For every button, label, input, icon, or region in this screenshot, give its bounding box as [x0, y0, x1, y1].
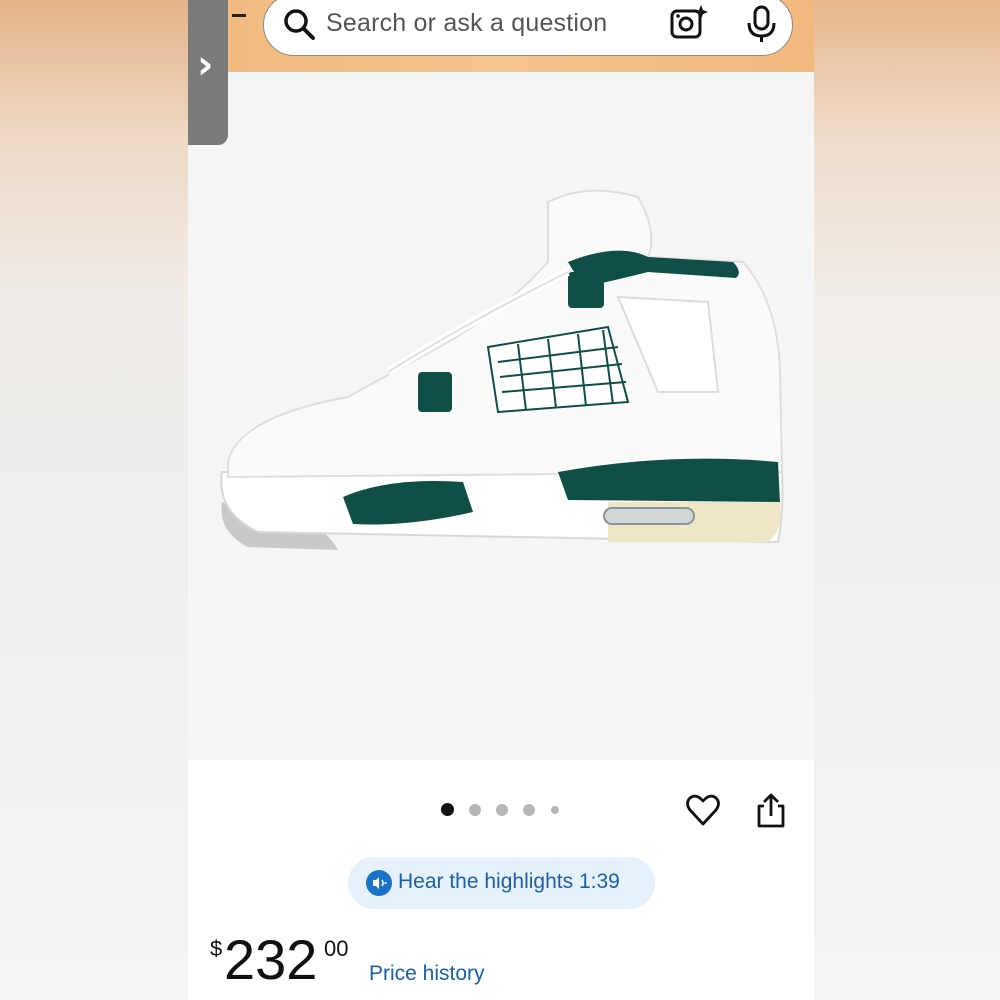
background-left	[0, 0, 188, 1000]
hear-highlights-button[interactable]: Hear the highlights 1:39	[348, 857, 655, 909]
chevron-right-icon: ›	[197, 42, 214, 88]
price-currency: $	[210, 936, 223, 961]
carousel-dot[interactable]	[496, 804, 508, 816]
price-cents: 00	[324, 936, 349, 961]
price-whole: 232	[224, 928, 318, 991]
carousel-dot-active[interactable]	[441, 803, 454, 816]
microphone-icon[interactable]	[744, 3, 780, 45]
header-bar: Search or ask a question	[188, 0, 814, 72]
background-right	[814, 0, 1000, 1000]
carousel-dot[interactable]	[469, 804, 481, 816]
carousel-dot[interactable]	[551, 806, 559, 814]
search-bar[interactable]: Search or ask a question	[263, 0, 793, 56]
heart-icon[interactable]	[685, 792, 721, 828]
back-button[interactable]	[232, 14, 246, 17]
product-image-area[interactable]	[188, 72, 814, 760]
product-screen: Search or ask a question › Hear the high…	[188, 0, 814, 1000]
audio-icon	[366, 870, 392, 896]
sneaker-image	[220, 189, 784, 550]
hear-highlights-label: Hear the highlights 1:39	[398, 870, 620, 893]
search-input[interactable]: Search or ask a question	[326, 9, 607, 38]
carousel-dot[interactable]	[523, 804, 535, 816]
camera-sparkle-icon[interactable]	[668, 3, 710, 45]
search-icon	[284, 9, 315, 40]
share-icon[interactable]	[755, 792, 787, 830]
price-history-link[interactable]: Price history	[369, 962, 485, 986]
side-panel-toggle[interactable]: ›	[188, 0, 228, 145]
